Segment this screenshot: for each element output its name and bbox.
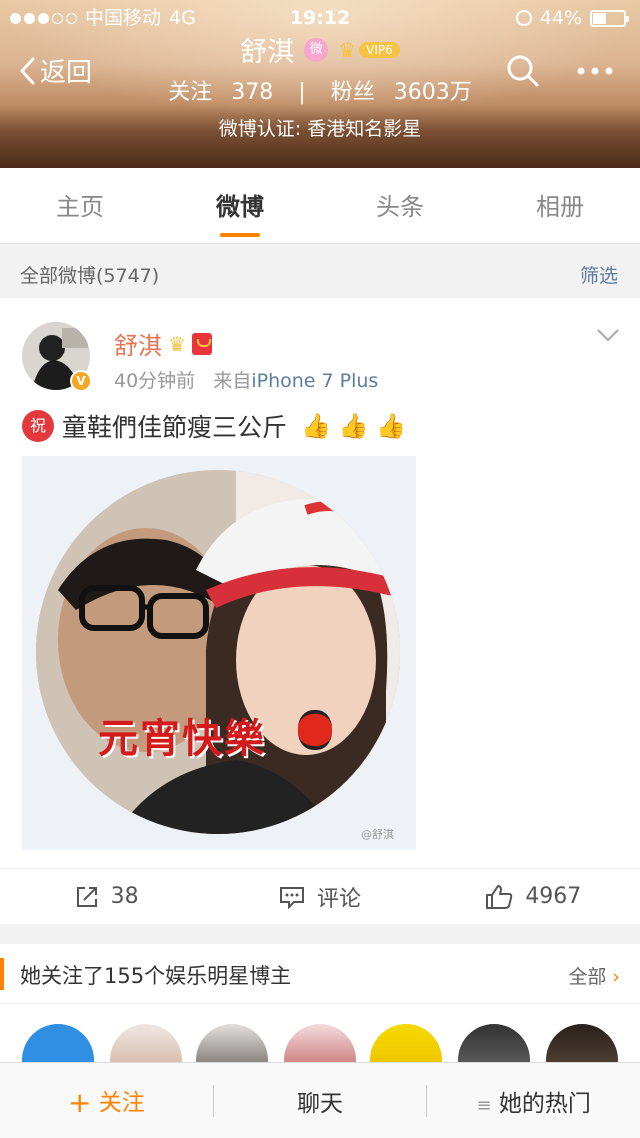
following-avatars — [0, 1004, 640, 1070]
weibo-post: V 舒淇 ♛ 40分钟前 来自iPhone 7 Plus 祝 童鞋們佳節瘦三公斤… — [0, 298, 640, 924]
see-all-following[interactable]: 全部 › — [568, 962, 620, 989]
section-accent-bar — [0, 958, 4, 990]
following-count: 378 — [231, 80, 274, 105]
verification-text: 微博认证: 香港知名影星 — [218, 118, 422, 140]
profile-header: 中国移动 4G 19:12 44% 返回 舒淇 微 ♛ VIP6 关注 378 … — [0, 0, 640, 168]
profile-name: 舒淇 — [240, 37, 295, 68]
alarm-icon — [515, 10, 532, 26]
tab-weibo-label: 微博 — [216, 193, 264, 221]
follow-stats: 关注 378 | 粉丝 3603万 — [0, 74, 640, 106]
chevron-down-icon[interactable] — [596, 328, 620, 342]
post-author-name[interactable]: 舒淇 — [114, 326, 162, 361]
tab-headlines[interactable]: 头条 — [320, 168, 480, 243]
thumbs-up-icon — [486, 884, 513, 909]
chat-label: 聊天 — [297, 1090, 343, 1117]
comment-label: 评论 — [316, 886, 361, 912]
tab-home-label: 主页 — [56, 193, 104, 221]
filter-button[interactable]: 筛选 — [580, 261, 618, 288]
tab-weibo[interactable]: 微博 — [160, 168, 320, 243]
battery-icon — [590, 9, 629, 27]
photo-caption: 元宵快樂 — [98, 716, 266, 762]
verified-badge-icon: V — [70, 370, 92, 392]
fans-link[interactable]: 粉丝 3603万 — [325, 80, 478, 105]
all-weibo-count: 全部微博(5747) — [20, 265, 160, 287]
active-tab-indicator — [220, 233, 260, 237]
post-image[interactable]: 元宵快樂 @舒淇 — [22, 456, 416, 850]
tab-headlines-label: 头条 — [376, 193, 424, 221]
lantern-icon — [298, 710, 332, 750]
repost-button[interactable]: 38 — [0, 869, 213, 924]
post-text-body: 童鞋們佳節瘦三公斤 — [62, 413, 288, 442]
like-count: 4967 — [525, 884, 582, 909]
weibo-member-icon: 微 — [304, 37, 329, 62]
fans-label: 粉丝 — [330, 80, 375, 105]
following-link[interactable]: 关注 378 — [162, 80, 279, 105]
weibo-filter-bar: 全部微博(5747) 筛选 — [0, 248, 640, 296]
following-label: 关注 — [168, 80, 213, 105]
chevron-right-icon: › — [612, 966, 620, 988]
see-all-label: 全部 — [568, 966, 607, 988]
post-source[interactable]: iPhone 7 Plus — [251, 370, 378, 392]
vip-badge[interactable]: ♛ VIP6 — [338, 38, 400, 62]
thumbs-up-emoji: 👍 👍 👍 — [301, 412, 406, 440]
crown-icon: ♛ — [338, 37, 357, 62]
chat-button[interactable]: 聊天 — [214, 1084, 427, 1118]
post-source-prefix: 来自 — [213, 370, 252, 392]
follow-button[interactable]: + 关注 — [0, 1083, 213, 1119]
comment-icon — [279, 886, 304, 909]
profile-page: 中国移动 4G 19:12 44% 返回 舒淇 微 ♛ VIP6 关注 378 … — [0, 0, 640, 1138]
crown-icon: ♛ — [168, 331, 186, 356]
follow-label: 关注 — [98, 1089, 145, 1116]
stats-divider: | — [298, 80, 306, 105]
image-watermark: @舒淇 — [361, 828, 394, 841]
menu-icon: ≡ — [476, 1094, 492, 1116]
hot-posts-label: 她的热门 — [498, 1090, 591, 1117]
profile-tabs: 主页 微博 头条 相册 — [0, 168, 640, 244]
plus-icon: + — [67, 1085, 92, 1119]
hot-posts-button[interactable]: ≡ 她的热门 — [427, 1084, 640, 1118]
red-packet-icon — [191, 332, 212, 355]
selfie-photo: 元宵快樂 — [36, 470, 400, 834]
post-actions: 38 评论 4967 — [0, 868, 640, 924]
repost-icon — [76, 886, 97, 907]
repost-count: 38 — [110, 884, 139, 909]
post-text: 祝 童鞋們佳節瘦三公斤 👍 👍 👍 — [22, 408, 406, 444]
vip-level: VIP6 — [359, 41, 400, 58]
post-meta: 40分钟前 来自iPhone 7 Plus — [114, 366, 378, 393]
post-author-row: 舒淇 ♛ — [114, 326, 212, 361]
following-section-title: 她关注了155个娱乐明星博主 — [20, 964, 292, 988]
tab-album[interactable]: 相册 — [480, 168, 640, 243]
following-section-header: 她关注了155个娱乐明星博主 全部 › — [0, 944, 640, 1004]
fans-count: 3603万 — [393, 80, 472, 105]
tab-album-label: 相册 — [536, 193, 584, 221]
celebration-badge-icon: 祝 — [22, 410, 54, 442]
post-time: 40分钟前 — [114, 370, 196, 392]
tab-home[interactable]: 主页 — [0, 168, 160, 243]
bottom-action-bar: + 关注 聊天 ≡ 她的热门 — [0, 1062, 640, 1138]
comment-button[interactable]: 评论 — [213, 869, 426, 924]
like-button[interactable]: 4967 — [427, 869, 640, 924]
